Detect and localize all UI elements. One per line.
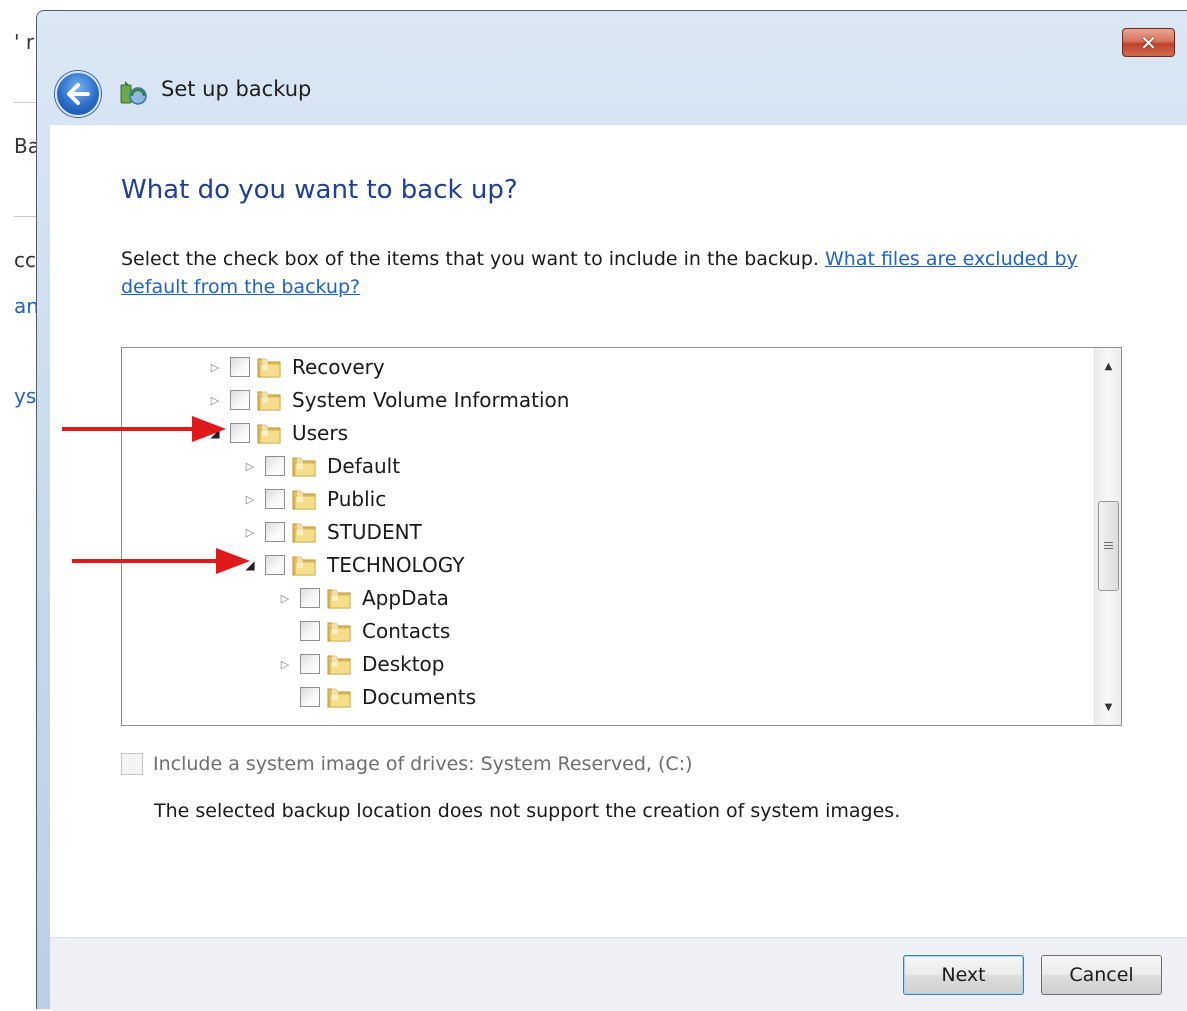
page-heading: What do you want to back up? xyxy=(121,175,518,205)
system-image-option: Include a system image of drives: System… xyxy=(121,753,693,775)
background-window: ' r Ba cc an ys xyxy=(0,0,40,1009)
tree-vertical-scrollbar[interactable]: ▲ ▼ xyxy=(1094,348,1121,725)
tree-item-checkbox[interactable] xyxy=(230,357,250,377)
dialog-footer: Next Cancel xyxy=(50,937,1187,1011)
instruction-label: Select the check box of the items that y… xyxy=(121,248,819,270)
folder-icon xyxy=(292,490,316,510)
tree-item-label: AppData xyxy=(362,586,449,610)
backup-app-icon xyxy=(120,81,147,105)
tree-item[interactable]: ◢ TECHNOLOGY xyxy=(243,550,464,580)
tree-item-label: Public xyxy=(327,487,387,511)
folder-icon xyxy=(292,523,316,543)
back-button[interactable] xyxy=(55,71,101,117)
back-arrow-icon xyxy=(67,83,90,105)
folder-icon xyxy=(327,655,351,675)
tree-item[interactable]: ▷ System Volume Information xyxy=(208,385,570,415)
folder-icon xyxy=(327,589,351,609)
window-title: Set up backup xyxy=(161,77,312,101)
background-text: cc xyxy=(14,248,36,272)
background-link[interactable]: ys xyxy=(14,384,36,408)
expand-triangle-icon[interactable]: ▷ xyxy=(243,525,257,539)
expand-triangle-icon[interactable]: ▷ xyxy=(243,459,257,473)
tree-item[interactable]: Documents xyxy=(278,682,476,712)
scroll-down-arrow-icon[interactable]: ▼ xyxy=(1095,697,1121,717)
tree-item-label: STUDENT xyxy=(327,520,422,544)
tree-item-label: System Volume Information xyxy=(292,388,570,412)
system-image-label: Include a system image of drives: System… xyxy=(153,753,693,775)
expand-triangle-icon[interactable]: ▷ xyxy=(278,657,292,671)
system-image-note: The selected backup location does not su… xyxy=(154,800,901,822)
cancel-button[interactable]: Cancel xyxy=(1041,955,1162,995)
background-text: ' r xyxy=(14,30,35,54)
scrollbar-thumb[interactable] xyxy=(1098,501,1119,591)
tree-item-label: Documents xyxy=(362,685,477,709)
tree-item-label: Default xyxy=(327,454,401,478)
expand-triangle-icon[interactable]: ▷ xyxy=(278,591,292,605)
instruction-text: Select the check box of the items that y… xyxy=(121,245,1121,301)
tree-item[interactable]: ▷ Default xyxy=(243,451,400,481)
tree-item-checkbox[interactable] xyxy=(265,456,285,476)
system-image-checkbox[interactable] xyxy=(121,753,143,775)
red-arrow-annotation-technology xyxy=(72,548,250,574)
tree-item-label: Recovery xyxy=(292,355,385,379)
folder-icon xyxy=(292,457,316,477)
tree-item[interactable]: Contacts xyxy=(278,616,450,646)
tree-item-checkbox[interactable] xyxy=(300,588,320,608)
scroll-up-arrow-icon[interactable]: ▲ xyxy=(1095,356,1121,376)
tree-item-checkbox[interactable] xyxy=(300,687,320,707)
folder-icon xyxy=(257,358,281,378)
tree-item[interactable]: ▷ Recovery xyxy=(208,352,385,382)
dialog-content: What do you want to back up? Select the … xyxy=(50,125,1187,937)
tree-item-label: Contacts xyxy=(362,619,451,643)
tree-item-checkbox[interactable] xyxy=(265,555,285,575)
tree-item-checkbox[interactable] xyxy=(230,390,250,410)
close-button[interactable]: ✕ xyxy=(1122,28,1175,57)
grip-icon xyxy=(1104,541,1113,551)
tree-item-label: Desktop xyxy=(362,652,445,676)
tree-item-checkbox[interactable] xyxy=(265,522,285,542)
folder-icon xyxy=(292,556,316,576)
folder-icon xyxy=(257,424,281,444)
tree-item-label: Users xyxy=(292,421,349,445)
tree-item[interactable]: ▷ Public xyxy=(243,484,386,514)
next-button[interactable]: Next xyxy=(903,955,1024,995)
tree-item-checkbox[interactable] xyxy=(230,423,250,443)
expand-triangle-icon[interactable]: ▷ xyxy=(208,360,222,374)
folder-icon xyxy=(257,391,281,411)
tree-item[interactable]: ▷ Desktop xyxy=(278,649,445,679)
expand-triangle-icon[interactable]: ▷ xyxy=(243,492,257,506)
red-arrow-annotation-users xyxy=(62,416,226,442)
tree-item-checkbox[interactable] xyxy=(265,489,285,509)
tree-item[interactable]: ▷ STUDENT xyxy=(243,517,422,547)
tree-item-checkbox[interactable] xyxy=(300,654,320,674)
close-icon: ✕ xyxy=(1140,30,1157,55)
tree-item[interactable]: ▷ AppData xyxy=(278,583,449,613)
setup-backup-dialog: ✕ Set up backup What do you want to back… xyxy=(36,10,1187,1011)
expand-triangle-icon[interactable]: ▷ xyxy=(208,393,222,407)
folder-icon xyxy=(327,622,351,642)
backup-items-tree[interactable]: ▷Recovery▷System Volume Information◢User… xyxy=(121,347,1122,726)
tree-item-checkbox[interactable] xyxy=(300,621,320,641)
tree-item-label: TECHNOLOGY xyxy=(327,553,465,577)
folder-icon xyxy=(327,688,351,708)
